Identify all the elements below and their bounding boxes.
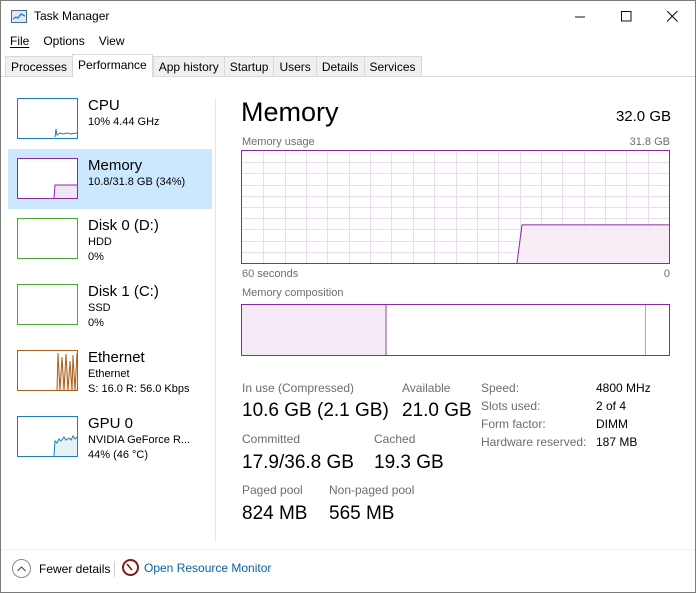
resource-ethernet-line1: Ethernet — [88, 368, 130, 380]
menu-file[interactable]: File — [1, 32, 34, 52]
committed-value: 17.9/36.8 GB — [242, 452, 354, 473]
detail-slots-label: Slots used: — [481, 399, 541, 413]
pane-divider[interactable] — [215, 98, 216, 542]
open-resource-monitor-link[interactable]: Open Resource Monitor — [122, 559, 271, 576]
resource-cpu-line1: 10% 4.44 GHz — [88, 116, 160, 128]
resource-cpu-name: CPU — [88, 97, 120, 114]
graph-x-left-label: 60 seconds — [242, 268, 299, 280]
task-manager-app-icon — [11, 10, 27, 23]
memory-total: 32.0 GB — [615, 108, 671, 125]
paged-pool-label: Paged pool — [242, 483, 303, 497]
menu-file-label: File — [10, 34, 30, 48]
detail-speed-label: Speed: — [481, 381, 520, 395]
menu-view[interactable]: View — [90, 32, 130, 52]
nonpaged-pool-label: Non-paged pool — [329, 483, 415, 497]
detail-slots-value: 2 of 4 — [596, 399, 627, 413]
available-value: 21.0 GB — [402, 400, 472, 421]
detail-form-factor-label: Form factor: — [481, 417, 546, 431]
memory-details-list: Speed: 4800 MHz Slots used: 2 of 4 Form … — [481, 381, 671, 461]
menu-options[interactable]: Options — [34, 32, 89, 52]
disk0-thumbnail-graph — [17, 218, 78, 259]
tab-users[interactable]: Users — [273, 56, 316, 77]
available-label: Available — [402, 381, 451, 395]
menu-options-label: Options — [43, 34, 85, 48]
memory-usage-graph — [241, 150, 670, 264]
memory-composition-bar — [241, 304, 670, 356]
resource-disk0-name: Disk 0 (D:) — [88, 217, 159, 234]
composition-in-use — [242, 305, 386, 355]
resource-disk0[interactable]: Disk 0 (D:) HDD 0% — [8, 209, 212, 269]
disk1-thumbnail-graph — [17, 284, 78, 325]
minimize-button[interactable] — [557, 1, 603, 32]
ethernet-thumbnail-graph — [17, 350, 78, 391]
detail-speed-value: 4800 MHz — [596, 381, 651, 395]
tab-startup[interactable]: Startup — [223, 56, 274, 77]
resource-ethernet-name: Ethernet — [88, 349, 145, 366]
resource-ethernet-line2: S: 16.0 R: 56.0 Kbps — [88, 383, 190, 395]
fewer-details-button[interactable]: Fewer details — [12, 559, 110, 578]
detail-form-factor-value: DIMM — [596, 417, 628, 431]
resource-cpu[interactable]: CPU 10% 4.44 GHz — [8, 89, 212, 149]
tab-details[interactable]: Details — [315, 56, 364, 77]
resource-ethernet[interactable]: Ethernet Ethernet S: 16.0 R: 56.0 Kbps — [8, 341, 212, 401]
detail-hw-reserved-value: 187 MB — [596, 435, 638, 449]
tab-strip: Processes Performance App history Startu… — [5, 54, 422, 78]
task-manager-window: Task Manager File Options View Processes… — [0, 0, 696, 593]
gpu0-thumbnail-graph — [17, 416, 78, 457]
in-use-value: 10.6 GB (2.1 GB) — [242, 400, 389, 421]
footer-separator — [114, 561, 115, 577]
committed-label: Committed — [242, 432, 301, 446]
cached-value: 19.3 GB — [374, 452, 444, 473]
cpu-thumbnail-graph — [17, 98, 78, 139]
resource-gpu0-name: GPU 0 — [88, 415, 134, 432]
fewer-details-label: Fewer details — [39, 561, 111, 576]
memory-thumbnail-graph — [17, 158, 78, 199]
maximize-button[interactable] — [603, 1, 649, 32]
tab-services[interactable]: Services — [363, 56, 422, 77]
maximize-icon — [620, 11, 631, 22]
detail-hw-reserved-label: Hardware reserved: — [481, 435, 587, 449]
tab-app-history[interactable]: App history — [152, 56, 224, 77]
graph-x-right-label: 0 — [663, 268, 670, 280]
tab-processes[interactable]: Processes — [5, 56, 73, 77]
menu-view-label: View — [98, 34, 125, 48]
close-icon — [666, 11, 678, 22]
footer-rule — [1, 549, 695, 550]
in-use-label: In use (Compressed) — [242, 381, 355, 395]
resource-disk1-name: Disk 1 (C:) — [88, 283, 159, 300]
resource-memory-name: Memory — [88, 157, 143, 174]
title-bar: Task Manager — [1, 1, 695, 32]
resource-disk0-line2: 0% — [88, 251, 104, 263]
chevron-up-icon — [12, 559, 31, 578]
nonpaged-pool-value: 565 MB — [329, 503, 395, 524]
minimize-icon — [574, 16, 585, 18]
tab-performance[interactable]: Performance — [72, 54, 153, 78]
open-resource-monitor-label: Open Resource Monitor — [144, 560, 272, 575]
resource-disk1[interactable]: Disk 1 (C:) SSD 0% — [8, 275, 212, 335]
close-button[interactable] — [649, 1, 695, 32]
memory-usage-area — [517, 224, 669, 263]
resource-disk1-line1: SSD — [88, 302, 111, 314]
resource-monitor-icon — [122, 559, 139, 576]
resource-gpu0[interactable]: GPU 0 NVIDIA GeForce R... 44% (46 °C) — [8, 407, 212, 467]
memory-composition-label: Memory composition — [242, 287, 344, 299]
composition-standby — [387, 305, 646, 355]
menu-bar: File Options View — [1, 32, 130, 52]
paged-pool-value: 824 MB — [242, 503, 308, 524]
cached-label: Cached — [374, 432, 416, 446]
resource-gpu0-line2: 44% (46 °C) — [88, 449, 149, 461]
window-title: Task Manager — [34, 9, 110, 23]
composition-free — [646, 305, 669, 355]
resource-memory-line1: 10.8/31.8 GB (34%) — [88, 176, 186, 188]
resource-gpu0-line1: NVIDIA GeForce R... — [88, 434, 191, 446]
resource-disk0-line1: HDD — [88, 236, 112, 248]
resource-disk1-line2: 0% — [88, 317, 104, 329]
memory-usage-label: Memory usage — [242, 136, 315, 148]
resource-memory[interactable]: Memory 10.8/31.8 GB (34%) — [8, 149, 212, 209]
memory-usage-max: 31.8 GB — [629, 136, 670, 148]
page-title: Memory — [241, 97, 339, 127]
